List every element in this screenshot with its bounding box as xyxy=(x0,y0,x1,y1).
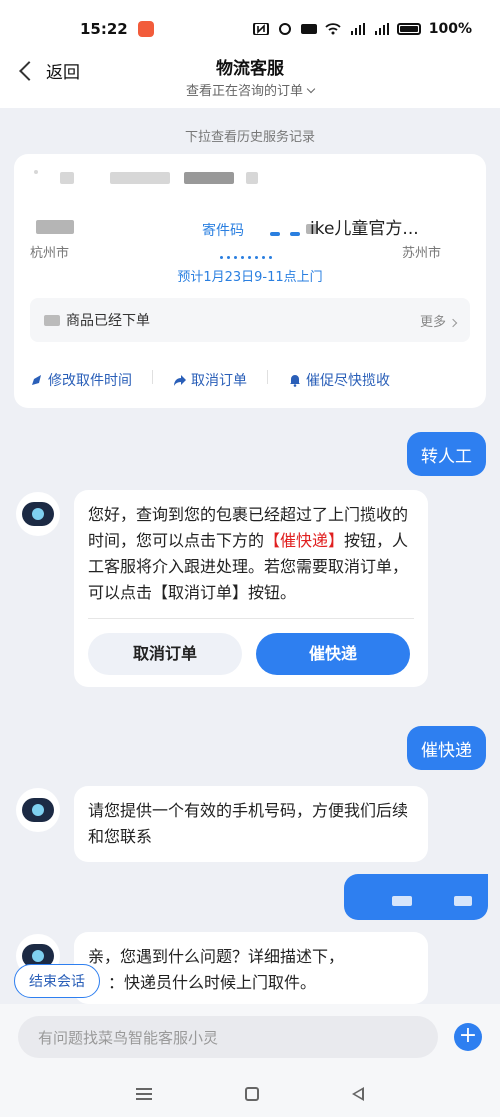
current-order-toggle[interactable]: 查看正在咨询的订单 xyxy=(0,80,500,99)
nfc-icon xyxy=(252,23,269,35)
bot-avatar xyxy=(16,788,60,832)
bot-message-line: ：快递员什么时候上门取件。 xyxy=(108,973,317,992)
battery-level: 100% xyxy=(428,21,472,37)
robot-icon xyxy=(22,502,54,526)
card-actions: 修改取件时间 取消订单 催促尽快揽收 xyxy=(30,370,390,390)
pickup-eta: 预计1月23日9-11点上门 xyxy=(177,270,323,285)
user-message: 转人工 xyxy=(407,432,486,476)
notification-app-icon xyxy=(137,21,154,37)
wifi-icon xyxy=(325,23,341,35)
truck-icon xyxy=(44,314,60,326)
bot-message-actions: 取消订单 催快递 xyxy=(88,618,414,675)
system-nav-bar xyxy=(0,1070,500,1117)
from-city: 杭州市 xyxy=(30,246,70,261)
redacted-text xyxy=(60,172,74,184)
status-time: 15:22 xyxy=(80,20,128,38)
share-arrow-icon xyxy=(174,375,186,386)
more-link[interactable]: 更多 xyxy=(419,311,458,330)
redacted-phone-number xyxy=(454,896,472,906)
bell-icon xyxy=(290,375,300,387)
home-icon[interactable] xyxy=(244,1086,259,1101)
signal-icon-2 xyxy=(374,23,389,35)
bot-message-text: 您好，查询到您的包裹已经超过了上门揽收的时间，您可以点击下方的【催快递】按钮，人… xyxy=(88,502,414,606)
back-triangle-icon[interactable] xyxy=(351,1086,364,1101)
plus-icon[interactable]: + xyxy=(454,1023,482,1051)
user-message-redacted xyxy=(344,874,488,920)
more-label: 更多 xyxy=(419,314,446,330)
robot-icon xyxy=(22,798,54,822)
cancel-order-label: 取消订单 xyxy=(191,373,247,389)
to-name: ike儿童官方... xyxy=(310,219,419,239)
user-message: 催快递 xyxy=(407,726,486,770)
redacted-code xyxy=(290,232,300,236)
end-chat-button[interactable]: 结束会话 xyxy=(14,964,100,998)
message-input[interactable]: 有问题找菜鸟智能客服小灵 xyxy=(18,1016,438,1058)
chevron-down-icon xyxy=(306,84,316,94)
bot-avatar xyxy=(16,492,60,536)
pickup-code-label: 寄件码 xyxy=(202,223,244,239)
redacted-text xyxy=(34,170,38,174)
order-status-row[interactable]: 商品已经下单 更多 xyxy=(30,298,470,342)
menu-icon[interactable] xyxy=(136,1087,153,1100)
to-city: 苏州市 xyxy=(402,246,442,261)
order-status: 商品已经下单 xyxy=(66,313,150,329)
hd-icon xyxy=(300,24,317,34)
redacted-sender-name xyxy=(36,220,74,234)
history-hint: 下拉查看历史服务记录 xyxy=(184,130,315,145)
current-order-label: 查看正在咨询的订单 xyxy=(185,84,303,99)
redacted-text xyxy=(246,172,258,184)
route-arrow-icon xyxy=(220,244,286,259)
cancel-order-link[interactable]: 取消订单 xyxy=(173,370,247,390)
modify-pickup-time-button[interactable]: 修改取件时间 xyxy=(30,370,132,390)
status-icons: 100% xyxy=(252,21,472,37)
signal-icon-1 xyxy=(350,23,365,35)
cancel-order-button[interactable]: 取消订单 xyxy=(88,633,242,675)
input-bar: 有问题找菜鸟智能客服小灵 + xyxy=(0,1004,500,1070)
header: 返回 物流客服 查看正在咨询的订单 xyxy=(0,44,500,108)
edit-icon xyxy=(32,375,41,385)
urge-highlight: 【催快递】 xyxy=(264,531,345,550)
bot-message: 请您提供一个有效的手机号码，方便我们后续和您联系 xyxy=(74,786,428,862)
bot-message-line: 亲，您遇到什么问题？详细描述下， xyxy=(88,947,345,966)
redacted-code xyxy=(270,232,280,236)
bot-message: 您好，查询到您的包裹已经超过了上门揽收的时间，您可以点击下方的【催快递】按钮，人… xyxy=(74,490,428,687)
chevron-right-icon xyxy=(448,318,458,327)
redacted-text xyxy=(184,172,234,184)
page-title: 物流客服 xyxy=(216,59,284,79)
bot-message: 亲，您遇到什么问题？详细描述下， ：快递员什么时候上门取件。 xyxy=(74,932,428,1004)
order-card[interactable]: 杭州市 寄件码 ike儿童官方... 苏州市 预计1月23日9-11点上门 商品… xyxy=(14,154,486,408)
redacted-text xyxy=(110,172,170,184)
alarm-icon xyxy=(278,23,291,35)
urge-pickup-link[interactable]: 催促尽快揽收 xyxy=(288,370,390,390)
battery-icon xyxy=(396,23,421,35)
urge-pickup-label: 催促尽快揽收 xyxy=(306,373,390,389)
modify-pickup-time-label: 修改取件时间 xyxy=(48,373,132,389)
redacted-phone-number xyxy=(392,896,412,906)
urge-delivery-button[interactable]: 催快递 xyxy=(256,633,410,675)
divider xyxy=(267,370,268,384)
divider xyxy=(152,370,153,384)
